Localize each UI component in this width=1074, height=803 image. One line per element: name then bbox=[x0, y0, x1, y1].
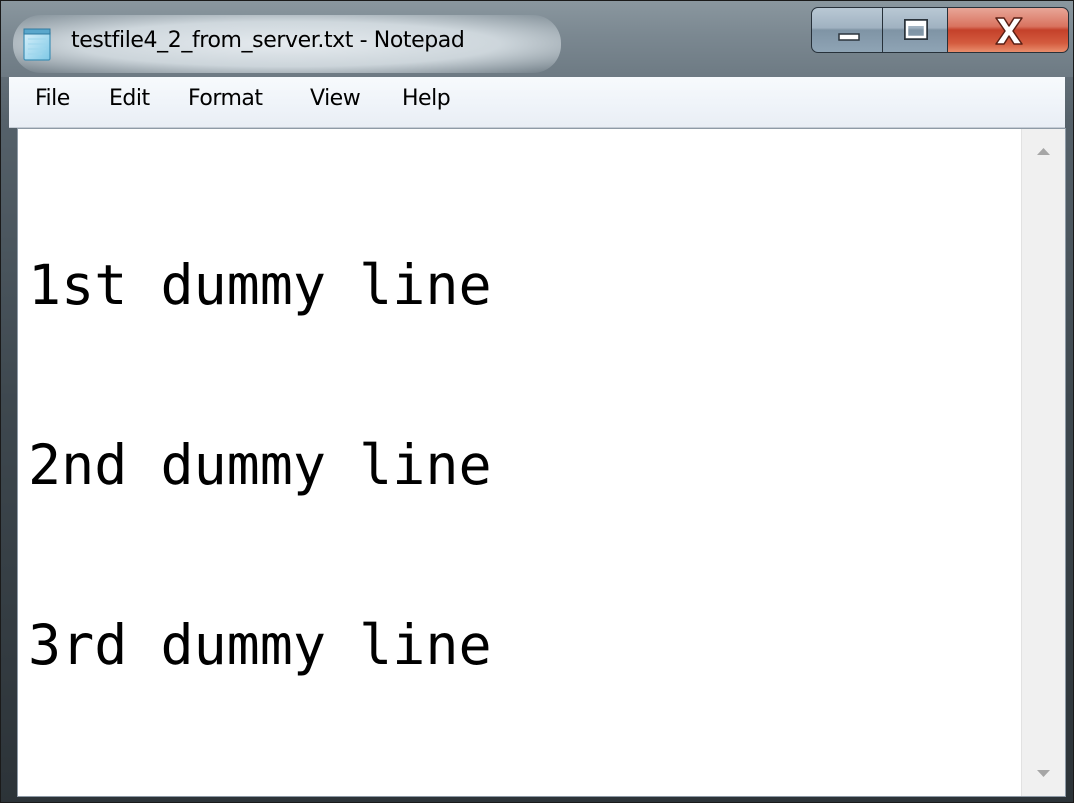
title-bar[interactable]: testfile4_2_from_server.txt - Notepad bbox=[1, 1, 1073, 77]
text-line: 2nd dummy line bbox=[28, 433, 492, 497]
menu-bar: File Edit Format View Help bbox=[9, 77, 1065, 128]
notepad-icon[interactable] bbox=[20, 26, 56, 62]
text-editor[interactable]: 1st dummy line 2nd dummy line 3rd dummy … bbox=[28, 135, 1018, 785]
text-line: 1st dummy line bbox=[28, 253, 492, 317]
chevron-down-icon bbox=[1037, 770, 1050, 777]
maximize-button[interactable] bbox=[882, 7, 948, 53]
minimize-icon bbox=[838, 33, 860, 41]
scroll-down-button[interactable] bbox=[1022, 754, 1065, 796]
close-button[interactable] bbox=[947, 7, 1069, 53]
editor-frame: 1st dummy line 2nd dummy line 3rd dummy … bbox=[17, 128, 1066, 797]
vertical-scrollbar[interactable] bbox=[1021, 129, 1065, 796]
notepad-window: testfile4_2_from_server.txt - Notepad Fi… bbox=[0, 0, 1074, 803]
window-title: testfile4_2_from_server.txt - Notepad bbox=[71, 28, 465, 53]
menu-help[interactable]: Help bbox=[402, 86, 451, 111]
menu-edit[interactable]: Edit bbox=[109, 86, 150, 111]
menu-format[interactable]: Format bbox=[188, 86, 263, 111]
menu-file[interactable]: File bbox=[35, 86, 70, 111]
minimize-button[interactable] bbox=[811, 7, 883, 53]
close-icon bbox=[995, 17, 1023, 45]
text-line: 3rd dummy line bbox=[28, 613, 492, 677]
menu-view[interactable]: View bbox=[310, 86, 361, 111]
chevron-up-icon bbox=[1037, 148, 1050, 155]
maximize-icon bbox=[904, 19, 928, 40]
scroll-up-button[interactable] bbox=[1022, 129, 1065, 171]
window-controls bbox=[811, 7, 1069, 55]
